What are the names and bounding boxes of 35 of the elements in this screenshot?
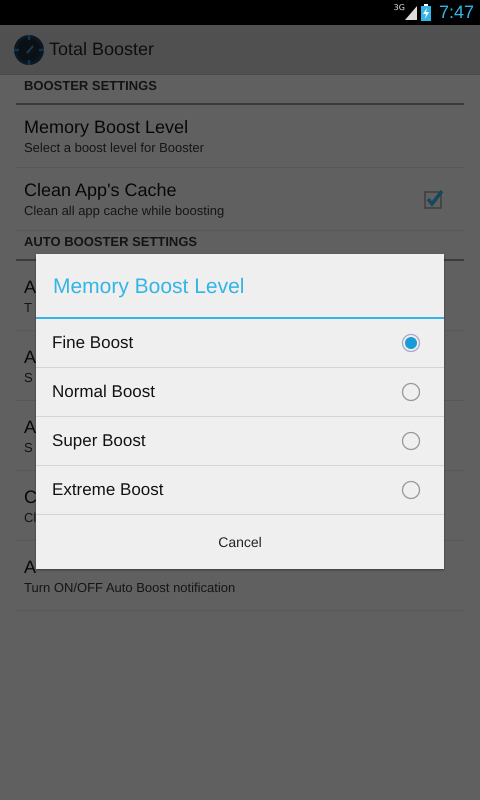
gauge-icon — [13, 34, 45, 66]
item-title: A — [24, 416, 36, 438]
item-summary: Select a boost level for Booster — [24, 140, 204, 155]
option-item[interactable]: Fine Boost — [36, 319, 444, 368]
network-type: 3G — [394, 3, 405, 12]
item-summary: T — [24, 300, 32, 314]
app-title: Total Booster — [49, 39, 154, 60]
option-item[interactable]: Normal Boost — [36, 368, 444, 417]
battery-icon — [420, 4, 431, 21]
clock: 7:47 — [438, 2, 474, 23]
checkbox[interactable] — [424, 189, 444, 209]
signal-icon — [404, 6, 417, 20]
item-summary: Clean all app cache while boosting — [24, 203, 224, 218]
cancel-button[interactable]: Cancel — [36, 515, 444, 569]
item-title: A — [24, 346, 36, 368]
option-label: Fine Boost — [52, 333, 134, 353]
option-label: Normal Boost — [52, 382, 155, 402]
option-label: Extreme Boost — [52, 480, 164, 500]
option-label: Super Boost — [52, 431, 146, 451]
item-summary: Turn ON/OFF Auto Boost notification — [24, 580, 236, 594]
option-item[interactable]: Super Boost — [36, 417, 444, 466]
radio-button[interactable] — [401, 382, 421, 402]
item-title: C — [24, 486, 37, 508]
radio-button[interactable] — [401, 431, 421, 451]
item-title: A — [24, 276, 36, 298]
item-title: Clean App's Cache — [24, 180, 177, 201]
item-summary: Cl — [24, 510, 36, 524]
radio-button[interactable] — [401, 480, 421, 500]
item-title: A — [24, 556, 36, 578]
dialog-title: Memory Boost Level — [36, 254, 444, 319]
section-header: BOOSTER SETTINGS — [16, 75, 464, 105]
item-summary: S — [24, 440, 33, 454]
radio-button[interactable] — [401, 333, 421, 353]
item-summary: S — [24, 370, 33, 384]
item-title: Memory Boost Level — [24, 117, 188, 138]
